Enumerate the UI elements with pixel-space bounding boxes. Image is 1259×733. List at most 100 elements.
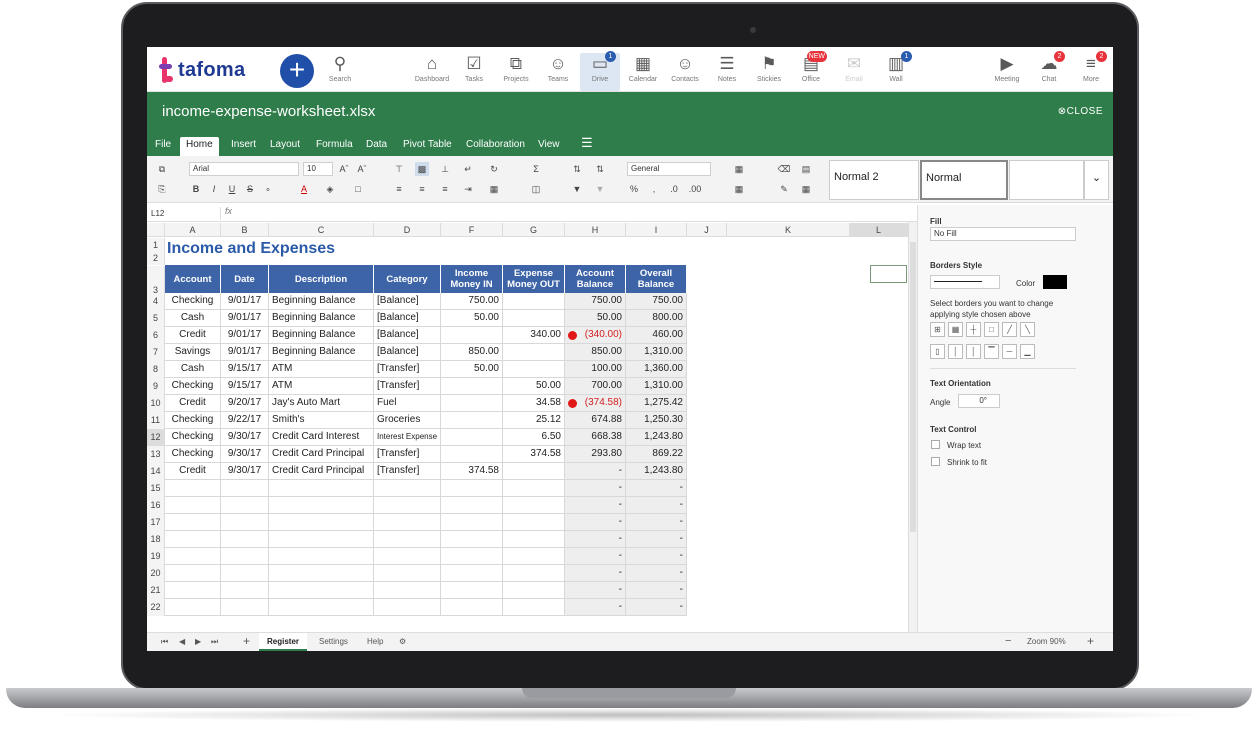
cell-cat[interactable]: Fuel <box>374 395 441 412</box>
cell-exp[interactable] <box>503 344 565 361</box>
cell-desc[interactable]: Credit Card Principal <box>269 446 374 463</box>
cell-desc[interactable]: Smith's <box>269 412 374 429</box>
row-header[interactable]: 8 <box>147 361 165 378</box>
cell-empty[interactable]: - <box>565 548 626 565</box>
nav-meeting[interactable]: ▶ Meeting <box>987 53 1027 91</box>
italic-icon[interactable]: I <box>207 182 221 196</box>
cell-empty[interactable]: - <box>626 599 687 616</box>
table-header-category[interactable]: Category <box>374 265 441 293</box>
cell-empty[interactable] <box>165 497 221 514</box>
subscript-icon[interactable]: ∘ <box>261 182 275 196</box>
cell-cat[interactable]: [Balance] <box>374 327 441 344</box>
row-header[interactable]: 6 <box>147 327 165 344</box>
spreadsheet-grid[interactable]: Income and Expenses ABCDFGHIJKL123456789… <box>147 222 917 642</box>
bold-icon[interactable]: B <box>189 182 203 196</box>
column-header[interactable]: J <box>687 223 727 237</box>
cell-empty[interactable] <box>374 514 441 531</box>
cell-date[interactable]: 9/22/17 <box>221 412 269 429</box>
nav-more[interactable]: ≡ More 2 <box>1071 51 1111 91</box>
borders-icon[interactable]: □ <box>351 182 365 196</box>
cell-empty[interactable] <box>441 582 503 599</box>
cell-empty[interactable] <box>374 582 441 599</box>
cell-empty[interactable]: - <box>626 565 687 582</box>
cell-inc[interactable] <box>441 429 503 446</box>
wrap-icon[interactable]: ↵ <box>461 162 475 176</box>
increase-decimal-icon[interactable]: .0 <box>667 182 681 196</box>
center-vertical-icon[interactable]: │ <box>948 344 963 359</box>
column-header[interactable]: H <box>565 223 626 237</box>
column-header[interactable]: A <box>165 223 221 237</box>
cell-date[interactable]: 9/15/17 <box>221 361 269 378</box>
cell-empty[interactable] <box>165 480 221 497</box>
sheet-tab-register[interactable]: Register <box>259 633 308 651</box>
cell-exp[interactable]: 50.00 <box>503 378 565 395</box>
sheet-tab-help[interactable]: Help <box>359 633 391 651</box>
row-header[interactable]: 4 <box>147 293 165 310</box>
cell-empty[interactable] <box>374 548 441 565</box>
left-border-icon[interactable]: ▯ <box>930 344 945 359</box>
outer-border-icon[interactable]: □ <box>984 322 999 337</box>
cell-overall[interactable]: 1,243.80 <box>626 429 687 446</box>
name-box[interactable]: L12 <box>149 207 221 220</box>
cell-inc[interactable]: 50.00 <box>441 310 503 327</box>
cell-empty[interactable] <box>269 531 374 548</box>
row-header[interactable]: 18 <box>147 531 165 548</box>
cell-empty[interactable] <box>374 480 441 497</box>
cell-cat[interactable]: [Transfer] <box>374 446 441 463</box>
cell-exp[interactable]: 6.50 <box>503 429 565 446</box>
cell-empty[interactable] <box>503 548 565 565</box>
cell-account[interactable]: Checking <box>165 429 221 446</box>
cell-date[interactable]: 9/01/17 <box>221 293 269 310</box>
cell-empty[interactable] <box>374 565 441 582</box>
add-button[interactable]: + <box>280 54 314 88</box>
cell-date[interactable]: 9/20/17 <box>221 395 269 412</box>
column-header[interactable]: C <box>269 223 374 237</box>
nav-stickies[interactable]: ⚑ Stickies <box>749 53 789 91</box>
cell-exp[interactable]: 374.58 <box>503 446 565 463</box>
cell-empty[interactable]: - <box>626 548 687 565</box>
cell-style-normal[interactable]: Normal <box>920 160 1008 200</box>
cell-date[interactable]: 9/01/17 <box>221 327 269 344</box>
cell-account[interactable]: Credit <box>165 463 221 480</box>
nav-projects[interactable]: ⧉ Projects <box>496 53 536 91</box>
cell-inc[interactable]: 850.00 <box>441 344 503 361</box>
table-header-account[interactable]: Account <box>165 265 221 293</box>
cell-empty[interactable] <box>165 548 221 565</box>
cell-bal[interactable]: 700.00 <box>565 378 626 395</box>
cell-empty[interactable] <box>221 565 269 582</box>
column-header[interactable]: G <box>503 223 565 237</box>
cell-empty[interactable] <box>165 599 221 616</box>
cell-empty[interactable]: - <box>626 531 687 548</box>
cell-inc[interactable] <box>441 412 503 429</box>
cell-style-blank[interactable] <box>1009 160 1084 200</box>
table-icon[interactable]: ▦ <box>799 182 813 196</box>
function-icon[interactable]: ◫ <box>529 182 543 196</box>
cell-desc[interactable]: Beginning Balance <box>269 293 374 310</box>
table-header-income-money-in[interactable]: Income Money IN <box>441 265 503 293</box>
cell-cat[interactable]: [Balance] <box>374 344 441 361</box>
cell-account[interactable]: Credit <box>165 395 221 412</box>
menu-tab-pivot-table[interactable]: Pivot Table <box>397 137 458 156</box>
cell-empty[interactable] <box>165 565 221 582</box>
hamburger-icon[interactable]: ☰ <box>575 135 599 154</box>
row-header[interactable]: 16 <box>147 497 165 514</box>
cell-cat[interactable]: [Balance] <box>374 310 441 327</box>
font-color-icon[interactable]: A <box>297 182 311 196</box>
sheet-tab-settings[interactable]: Settings <box>311 633 356 651</box>
row-header[interactable]: 10 <box>147 395 165 412</box>
diagonal-up-icon[interactable]: ╱ <box>1002 322 1017 337</box>
cell-bal[interactable]: 293.80 <box>565 446 626 463</box>
fill-color-icon[interactable]: ◈ <box>323 182 337 196</box>
cell-bal[interactable]: 668.38 <box>565 429 626 446</box>
copy-icon[interactable]: ⧉ <box>155 162 169 176</box>
number-format-select[interactable]: General <box>627 162 711 176</box>
column-header[interactable]: L <box>850 223 908 237</box>
filter-icon[interactable]: ▼ <box>570 182 584 196</box>
cell-empty[interactable] <box>165 582 221 599</box>
border-color-swatch[interactable] <box>1043 275 1067 289</box>
cell-inc[interactable] <box>441 327 503 344</box>
add-sheet-icon[interactable]: + <box>235 633 258 651</box>
cell-empty[interactable] <box>441 480 503 497</box>
row-header[interactable]: 14 <box>147 463 165 480</box>
close-button[interactable]: ⊗CLOSE <box>1058 106 1103 117</box>
